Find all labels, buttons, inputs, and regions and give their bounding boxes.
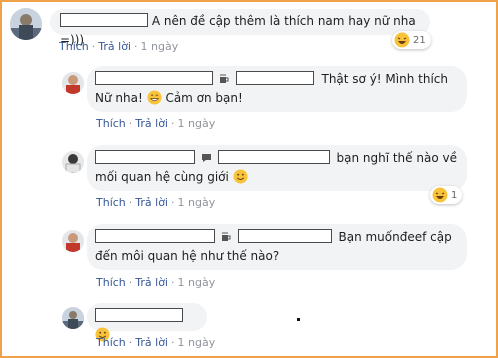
avatar-photo-icon [62,230,84,252]
comment-text: Cảm ơn bạn! [165,91,243,105]
redacted-name[interactable] [237,229,332,243]
comment-actions: Thích · Trả lời · 1 ngày [59,40,179,53]
avatar[interactable] [62,307,84,329]
comment-actions: Thích · Trả lời · 1 ngày [96,117,216,130]
avatar-photo-icon [62,151,84,173]
comment-bubble: Bạn muốnđeef cập đến môi quan hệ như thế… [87,224,467,270]
reaction-summary[interactable]: 21 [392,31,431,49]
comment-bubble: bạn nghĩ thế nào về mối quan hệ cùng giớ… [87,145,467,191]
comment-text: đến môi quan hệ như thế nào? [95,249,280,263]
comment-text: Nữ nha! [95,91,143,105]
comment-bubble [87,303,207,342]
timestamp[interactable]: 1 ngày [178,196,216,209]
laughing-emoji-icon [432,187,448,203]
avatar[interactable] [62,230,84,252]
timestamp[interactable]: 1 ngày [178,276,216,289]
redacted-name[interactable] [60,13,148,27]
avatar-photo-icon [62,72,84,94]
timestamp[interactable]: 1 ngày [178,336,216,349]
comment-actions: Thích · Trả lời · 1 ngày [96,276,216,289]
comment-bubble: Thật sơ ý! Mình thích Nữ nha! Cảm ơn bạn… [87,66,467,112]
avatar-photo-icon [62,307,84,329]
grinning-emoji-icon [147,90,162,105]
avatar[interactable] [62,151,84,173]
comment-actions: Thích · Trả lời · 1 ngày [96,196,216,209]
chat-icon [201,154,211,162]
smiling-emoji-icon [233,169,248,184]
redacted-name[interactable] [217,150,330,164]
like-link[interactable]: Thích [96,336,126,349]
reaction-count: 1 [451,189,458,201]
comment-text: Bạn muốnđeef cập [338,230,452,244]
comment-actions: Thích · Trả lời · 1 ngày [96,336,216,349]
stray-dot [297,318,300,321]
like-link[interactable]: Thích [96,196,126,209]
coffee-icon [219,74,229,83]
redacted-name[interactable] [235,71,314,85]
reply-link[interactable]: Trả lời [98,40,131,53]
redacted-name[interactable] [95,71,213,85]
comment-text: mối quan hệ cùng giới [95,170,229,184]
reply-link[interactable]: Trả lời [135,276,168,289]
timestamp[interactable]: 1 ngày [141,40,179,53]
reaction-count: 21 [413,34,426,46]
comment-text: bạn nghĩ thế nào về [336,151,457,165]
avatar-photo-icon [10,8,42,40]
reply-link[interactable]: Trả lời [135,336,168,349]
redacted-name[interactable] [95,150,195,164]
comment-bubble: A nên đề cập thêm là thích nam hay nữ nh… [50,9,430,47]
redacted-name[interactable] [95,229,215,243]
comment-text: Thật sơ ý! Mình thích [321,72,448,86]
like-link[interactable]: Thích [96,117,126,130]
timestamp[interactable]: 1 ngày [178,117,216,130]
reaction-summary[interactable]: 1 [430,186,463,204]
reply-link[interactable]: Trả lời [135,117,168,130]
avatar[interactable] [62,72,84,94]
like-link[interactable]: Thích [59,40,89,53]
coffee-icon [221,232,231,241]
redacted-name[interactable] [95,308,183,322]
reply-link[interactable]: Trả lời [135,196,168,209]
laughing-emoji-icon [394,32,410,48]
like-link[interactable]: Thích [96,276,126,289]
avatar[interactable] [10,8,42,40]
